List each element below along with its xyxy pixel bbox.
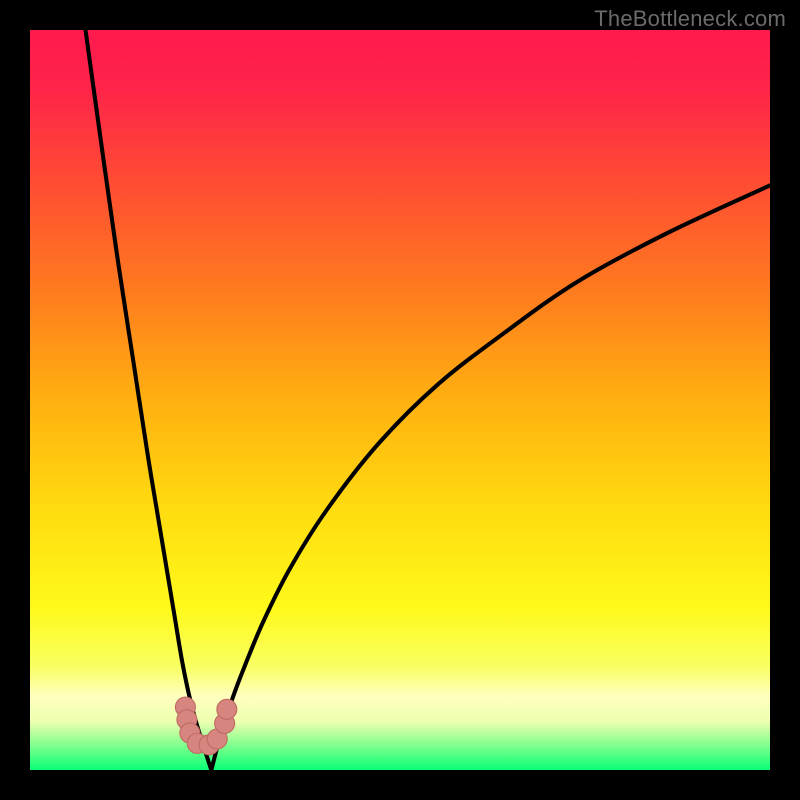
data-marker [217,699,237,719]
curve-right-branch [211,185,770,770]
marker-group [175,697,236,755]
outer-frame: TheBottleneck.com [0,0,800,800]
plot-area [30,30,770,770]
curve-left-branch [86,30,212,770]
watermark-text: TheBottleneck.com [594,6,786,32]
chart-svg [30,30,770,770]
